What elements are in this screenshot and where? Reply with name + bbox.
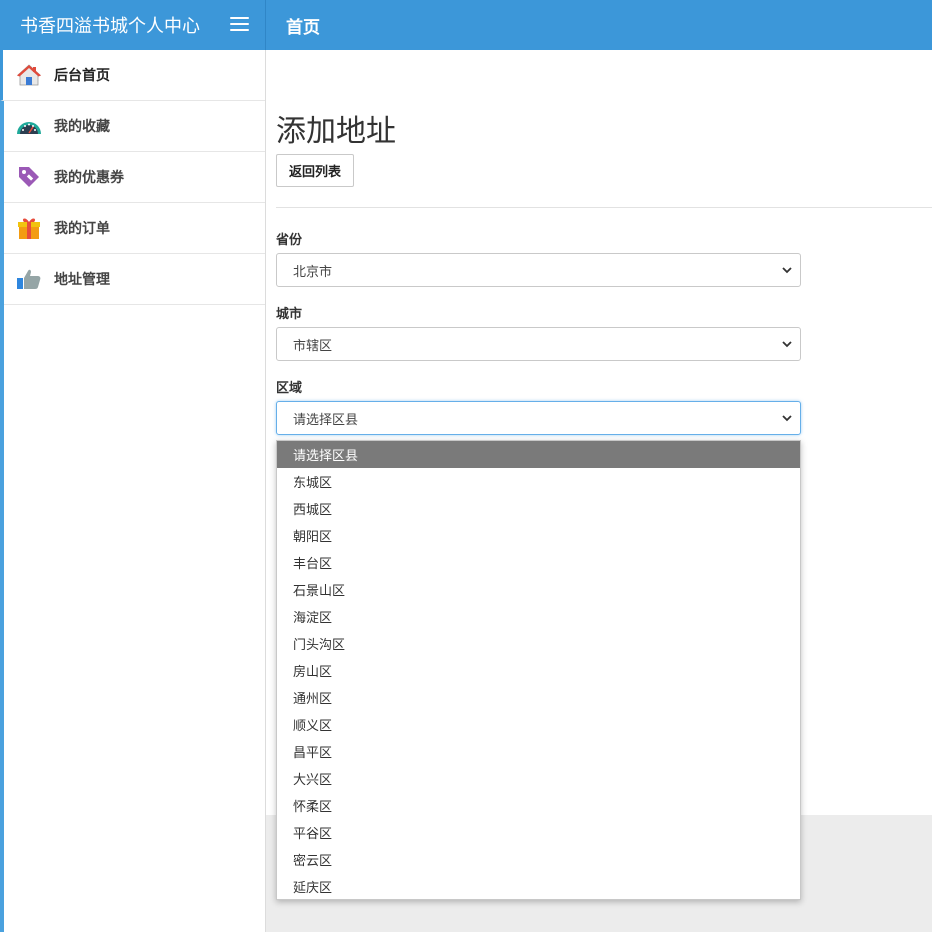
menu-toggle-icon[interactable] — [230, 17, 249, 32]
dropdown-option[interactable]: 顺义区 — [277, 711, 800, 738]
sidebar-item-label: 我的订单 — [54, 221, 110, 237]
province-label: 省份 — [276, 233, 303, 248]
dropdown-option[interactable]: 怀柔区 — [277, 792, 800, 819]
sidebar-item-orders[interactable]: 我的订单 — [4, 203, 265, 254]
dropdown-option[interactable]: 丰台区 — [277, 549, 800, 576]
sidebar-item-coupons[interactable]: 我的优惠券 — [4, 152, 265, 203]
district-select[interactable]: 请选择区县 — [276, 401, 801, 435]
thumbs-up-icon — [16, 266, 42, 292]
province-select[interactable]: 北京市 — [276, 253, 801, 287]
sidebar-item-label: 我的优惠券 — [54, 170, 124, 186]
chevron-down-icon — [782, 341, 792, 348]
sidebar-item-address[interactable]: 地址管理 — [4, 254, 265, 305]
dropdown-option[interactable]: 延庆区 — [277, 873, 800, 900]
brand-title: 书香四溢书城个人中心 — [0, 0, 266, 50]
province-select-value: 北京市 — [293, 264, 333, 280]
dropdown-option[interactable]: 东城区 — [277, 468, 800, 495]
dropdown-option[interactable]: 门头沟区 — [277, 630, 800, 657]
sidebar: 后台首页 我的收藏 我的优惠券 我的订单 地址管理 — [0, 50, 266, 932]
dropdown-option[interactable]: 通州区 — [277, 684, 800, 711]
dropdown-option[interactable]: 大兴区 — [277, 765, 800, 792]
form-title: 添加地址 — [276, 114, 396, 149]
price-tag-icon — [16, 164, 42, 190]
dropdown-option[interactable]: 请选择区县 — [277, 441, 800, 468]
dropdown-option[interactable]: 房山区 — [277, 657, 800, 684]
dropdown-option[interactable]: 石景山区 — [277, 576, 800, 603]
dashboard-gauge-icon — [16, 113, 42, 139]
district-dropdown-list: 请选择区县 东城区 西城区 朝阳区 丰台区 石景山区 海淀区 门头沟区 房山区 通州区 顺义区 昌平区… — [276, 440, 801, 900]
sidebar-item-favorites[interactable]: 我的收藏 — [4, 101, 265, 152]
city-select-value: 市辖区 — [293, 338, 333, 354]
district-select-value: 请选择区县 — [293, 412, 359, 428]
sidebar-item-label: 我的收藏 — [54, 119, 110, 135]
chevron-down-icon — [782, 267, 792, 274]
dropdown-option[interactable]: 朝阳区 — [277, 522, 800, 549]
page-title: 首页 — [286, 17, 320, 38]
dropdown-option[interactable]: 昌平区 — [277, 738, 800, 765]
chevron-down-icon — [782, 415, 792, 422]
dropdown-option[interactable]: 西城区 — [277, 495, 800, 522]
home-icon — [16, 62, 42, 88]
dropdown-option[interactable]: 海淀区 — [277, 603, 800, 630]
divider — [276, 207, 932, 208]
city-select[interactable]: 市辖区 — [276, 327, 801, 361]
dropdown-option[interactable]: 平谷区 — [277, 819, 800, 846]
dropdown-option[interactable]: 密云区 — [277, 846, 800, 873]
sidebar-item-label: 地址管理 — [54, 272, 110, 288]
city-label: 城市 — [276, 307, 303, 322]
sidebar-item-home[interactable]: 后台首页 — [0, 50, 265, 101]
sidebar-item-label: 后台首页 — [54, 68, 110, 84]
back-to-list-button[interactable]: 返回列表 — [276, 154, 355, 187]
brand-text: 书香四溢书城个人中心 — [20, 16, 200, 37]
gift-box-icon — [16, 215, 42, 241]
district-label: 区域 — [276, 381, 303, 396]
top-bar: 书香四溢书城个人中心 首页 — [0, 0, 932, 50]
